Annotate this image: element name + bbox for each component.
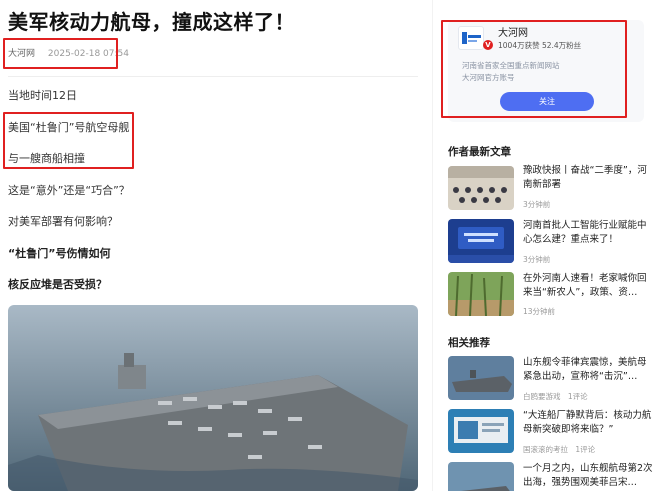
related-item-thumbnail[interactable] (448, 462, 514, 491)
logo-mark (462, 32, 467, 44)
latest-item-title[interactable]: 豫政快报丨奋战“二季度”，河南新部署 (523, 164, 653, 192)
latest-item-time: 3分钟前 (523, 200, 551, 209)
related-item-comments: 1评论 (575, 445, 596, 454)
related-item-source[interactable]: 白鸥要游戏 (523, 392, 561, 401)
column-separator (432, 0, 433, 491)
article-subheading: 核反应堆是否受损？ (8, 278, 107, 291)
related-item-meta: 白鸥要游戏 1评论 (523, 391, 588, 402)
article-paragraph: 这是“意外”还是“巧合”？ (8, 184, 130, 197)
highlight-box-meta (3, 38, 118, 69)
article-hero-image (8, 305, 418, 491)
latest-item-thumbnail[interactable] (448, 272, 514, 316)
latest-articles-heading: 作者最新文章 (448, 146, 511, 158)
related-item-comments: 1评论 (567, 392, 588, 401)
verified-badge-icon: V (483, 40, 493, 50)
divider (8, 76, 418, 77)
article-paragraph: 当地时间12日 (8, 89, 77, 102)
latest-item-thumbnail[interactable] (448, 219, 514, 263)
author-desc-line: 河南省首家全国重点新闻网站 (462, 61, 560, 70)
article-main: 美军核动力航母，撞成这样了！ 大河网 2025-02-18 07:54 当地时间… (0, 0, 428, 491)
latest-item-thumbnail[interactable] (448, 166, 514, 210)
latest-item-time: 13分钟前 (523, 307, 556, 316)
article-paragraph: 对美军部署有何影响？ (8, 215, 118, 228)
logo-mark (468, 35, 481, 38)
author-description: 河南省首家全国重点新闻网站 大河网官方账号 (462, 60, 560, 84)
related-item-title[interactable]: “大连船厂静默背后：核动力航母新突破即将来临？” (523, 409, 653, 437)
related-item-meta: 国滚滚的考拉 1评论 (523, 444, 595, 455)
logo-mark (468, 40, 477, 42)
author-desc-line: 大河网官方账号 (462, 73, 515, 82)
highlight-box-body (3, 112, 134, 169)
author-name[interactable]: 大河网 (498, 24, 528, 39)
article-subheading: “杜鲁门”号伤情如何 (8, 247, 111, 260)
latest-item-time: 3分钟前 (523, 255, 551, 264)
related-item-thumbnail[interactable] (448, 356, 514, 400)
related-item-title[interactable]: 山东舰令菲律宾震惊，美航母紧急出动，宣称将“击沉”… (523, 356, 653, 384)
related-item-source[interactable]: 国滚滚的考拉 (523, 445, 568, 454)
author-stats: 1004万获赞 52.4万粉丝 (498, 41, 582, 50)
related-item-thumbnail[interactable] (448, 409, 514, 453)
author-avatar[interactable] (458, 26, 484, 50)
related-heading: 相关推荐 (448, 337, 490, 349)
latest-item-title[interactable]: 在外河南人速看！老家喊你回来当“新农人”，政策、资… (523, 272, 653, 300)
article-title: 美军核动力航母，撞成这样了！ (8, 10, 295, 34)
latest-item-title[interactable]: 河南首批人工智能行业赋能中心怎么建？重点来了！ (523, 219, 653, 247)
follow-button[interactable]: 关注 (500, 92, 594, 111)
related-item-title[interactable]: 一个月之内，山东舰航母第2次出海，强势围观美菲吕宋… (523, 462, 653, 490)
